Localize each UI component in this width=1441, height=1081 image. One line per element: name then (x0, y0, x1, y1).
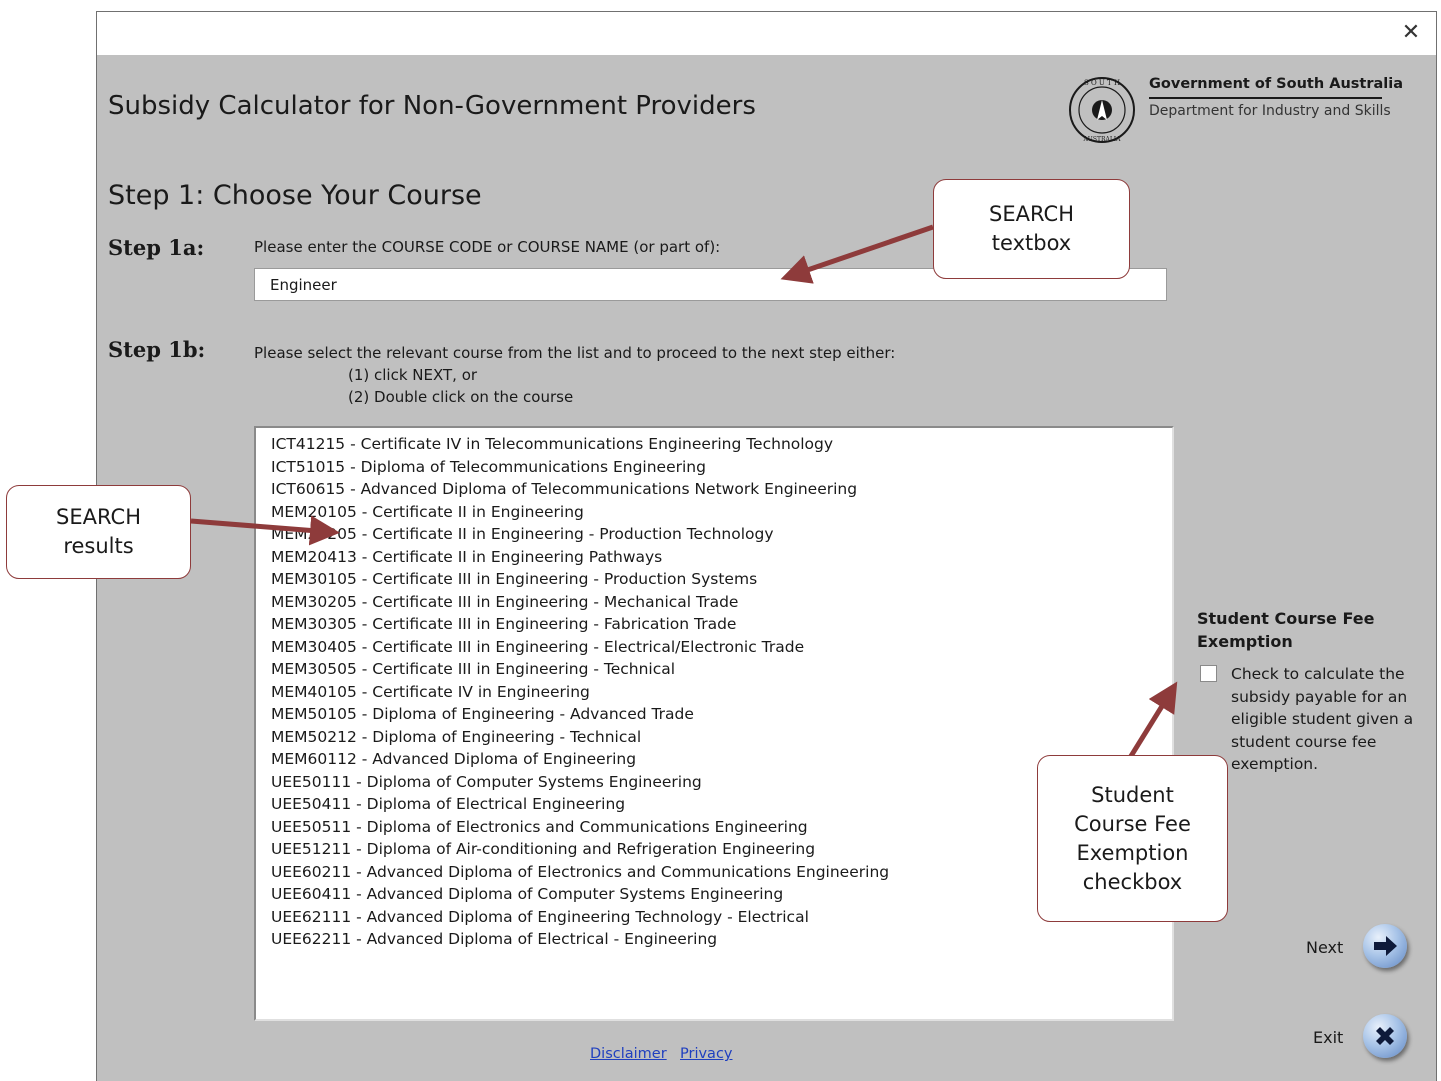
search-textbox-callout: SEARCH textbox (933, 179, 1130, 279)
search-results-callout: SEARCH results (6, 485, 191, 579)
annotation-arrows (190, 224, 1178, 771)
search-results-arrow (190, 515, 340, 546)
exemption-checkbox-callout: Student Course Fee Exemption checkbox (1037, 755, 1228, 922)
search-textbox-arrow (780, 224, 934, 284)
